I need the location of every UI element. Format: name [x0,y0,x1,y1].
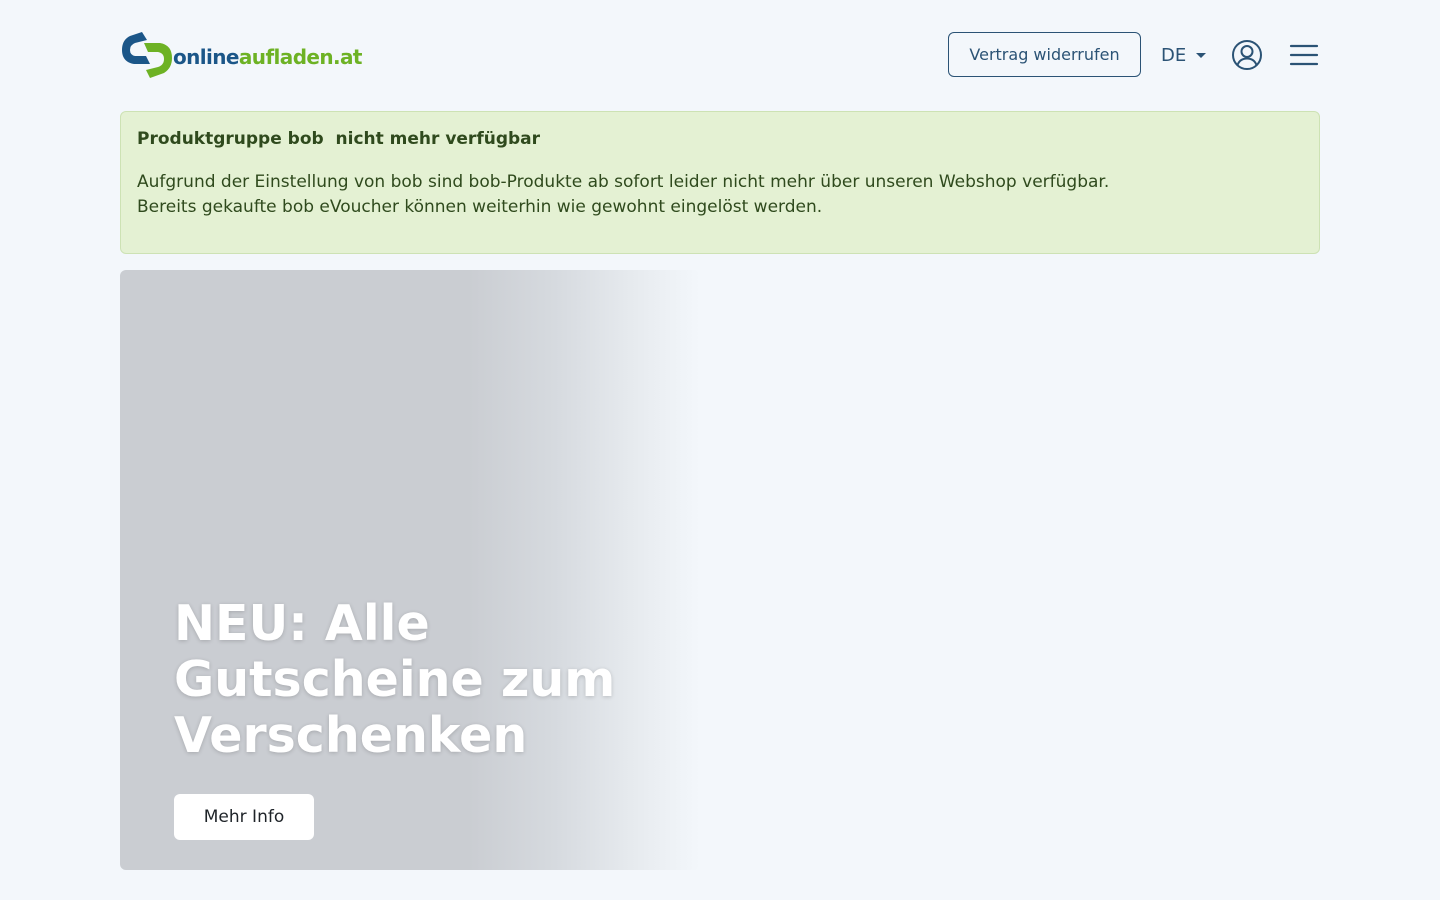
logo-text: onlineaufladen.at [173,45,362,69]
revoke-contract-button[interactable]: Vertrag widerrufen [948,32,1141,77]
hamburger-menu-icon[interactable] [1289,43,1319,67]
alert-title: Produktgruppe bob nicht mehr verfügbar [137,129,541,149]
language-label: DE [1161,44,1187,66]
logo-mark-icon [122,32,172,78]
alert-message-line-2: Bereits gekaufte bob eVoucher können wei… [137,197,823,217]
user-circle-icon[interactable] [1231,39,1263,71]
alert-message-line-1: Aufgrund der Einstellung von bob sind bo… [137,172,1110,192]
product-unavailable-alert: Produktgruppe bob nicht mehr verfügbar A… [120,111,1320,254]
hero-banner: NEU: Alle Gutscheine zum Verschenken Meh… [120,270,700,870]
hero-title: NEU: Alle Gutscheine zum Verschenken [174,595,616,764]
site-header: onlineaufladen.at Vertrag widerrufen DE [120,30,1320,80]
logo-text-online: online [173,45,240,69]
logo-text-aufladen: aufladen.at [238,45,363,69]
site-logo[interactable]: onlineaufladen.at [120,31,362,79]
language-selector[interactable]: DE [1161,42,1207,68]
more-info-button[interactable]: Mehr Info [174,794,314,840]
caret-down-icon [1196,52,1207,58]
